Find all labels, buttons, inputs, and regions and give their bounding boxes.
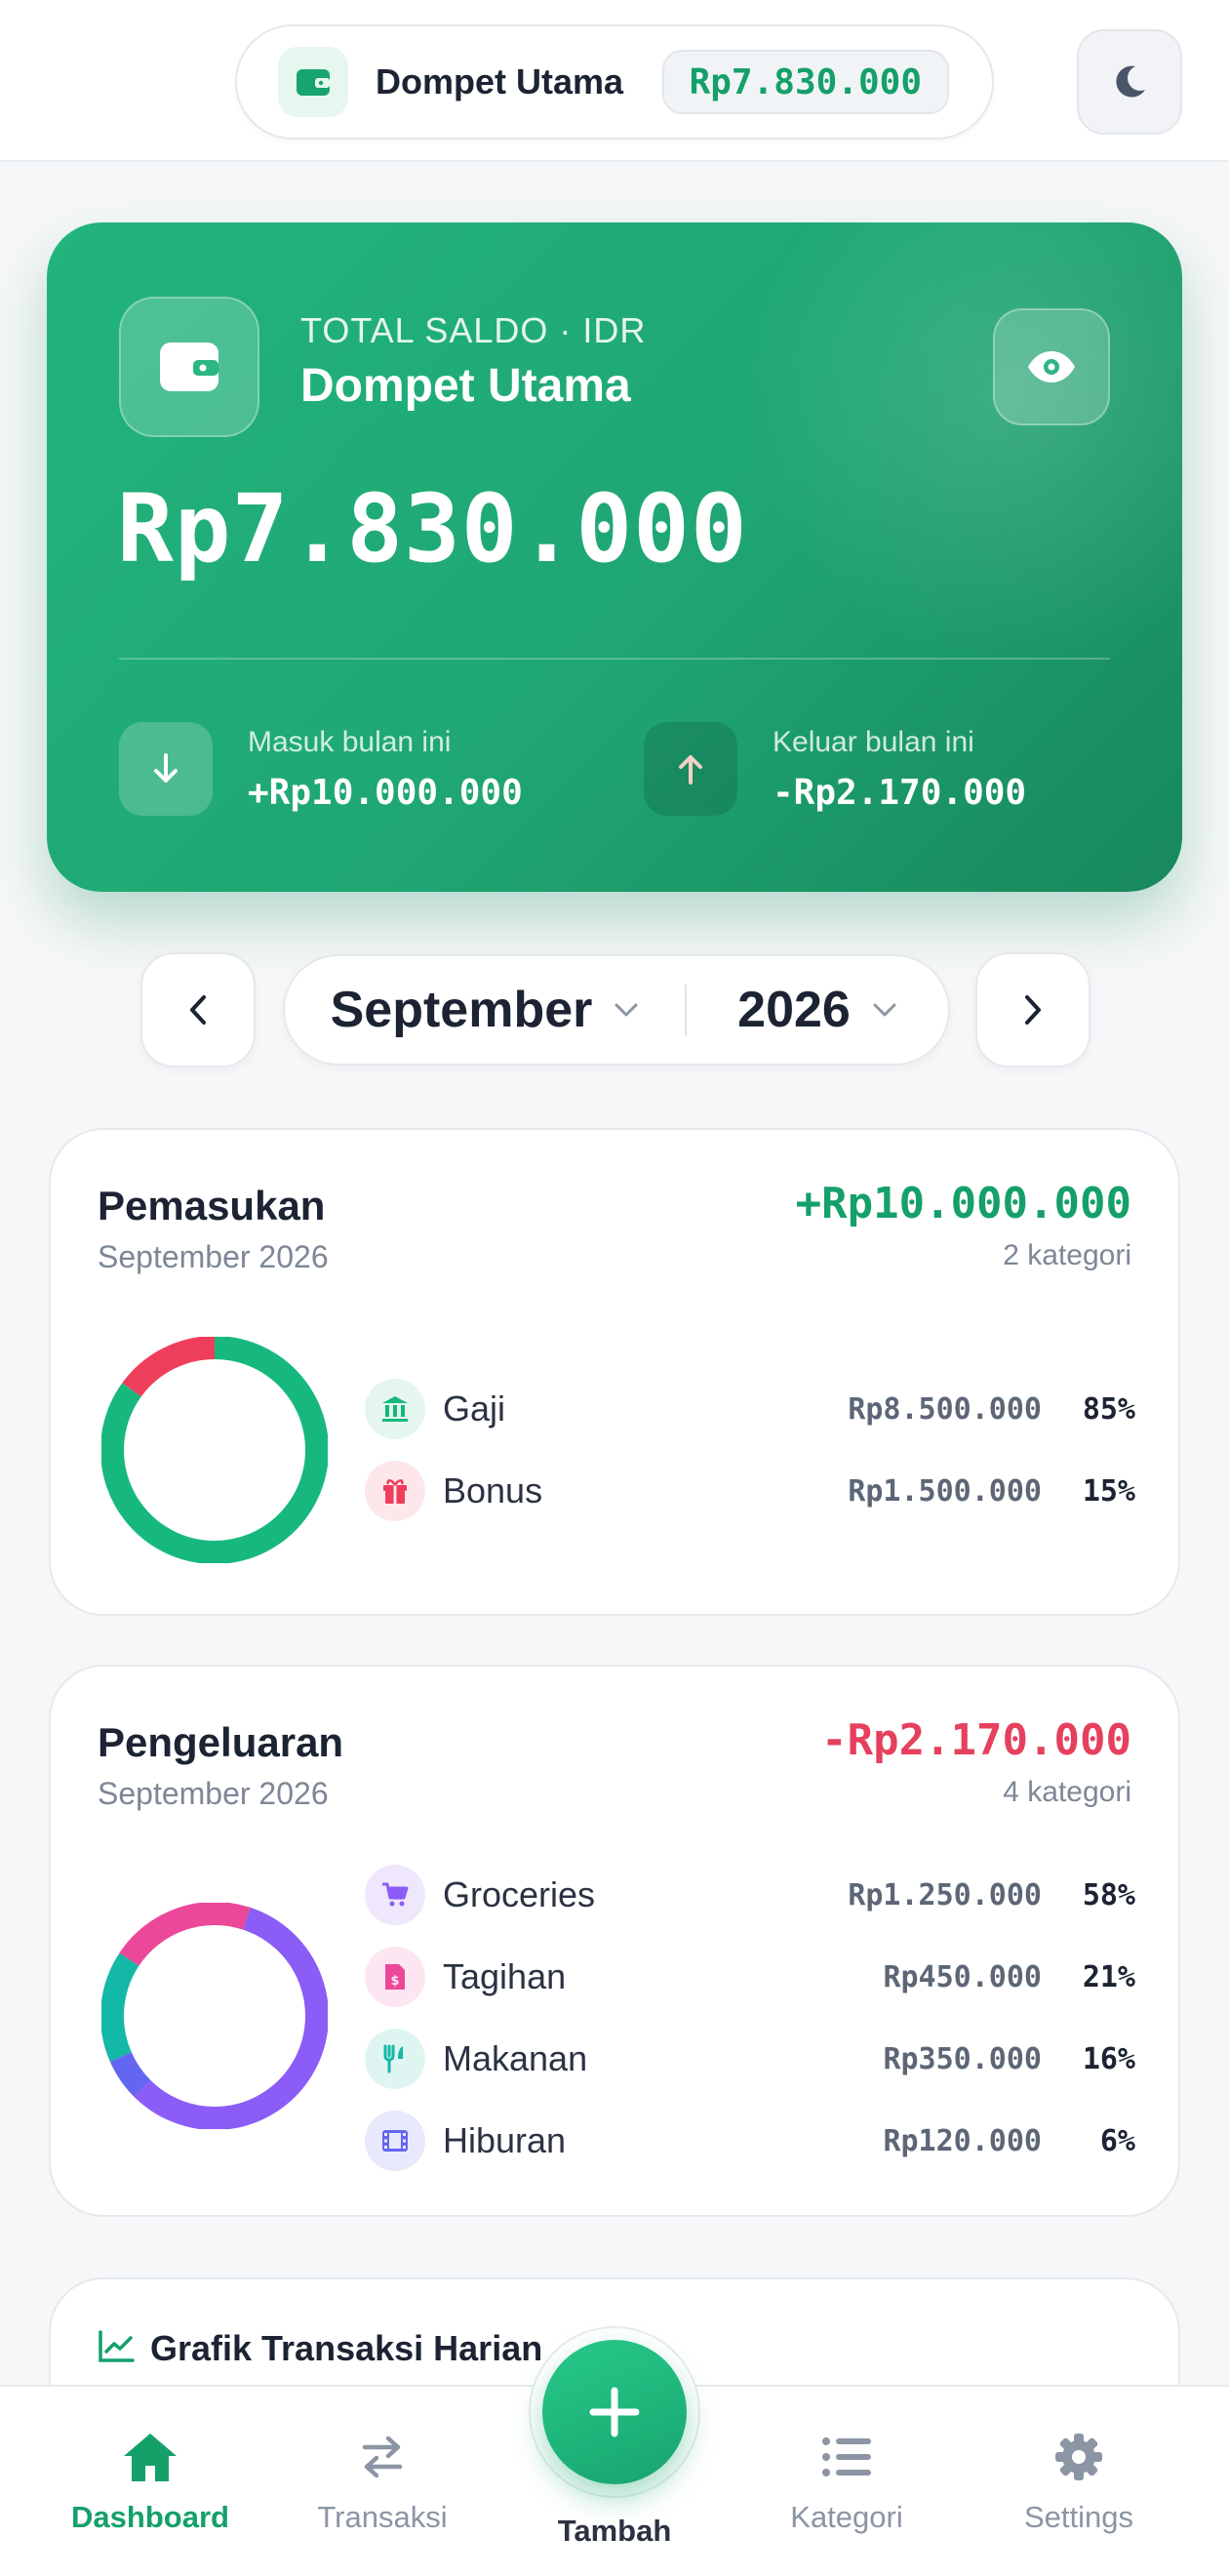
- swap-icon: [275, 2426, 490, 2488]
- card-title: Pemasukan: [98, 1183, 326, 1228]
- donut-segment-bonus: [122, 1337, 216, 1397]
- next-month-button[interactable]: [975, 952, 1090, 1067]
- expense-donut-chart: [101, 1903, 328, 2129]
- legend-name: Groceries: [443, 1874, 596, 1914]
- card-title: Pengeluaran: [98, 1719, 344, 1765]
- balance-card: TOTAL SALDO · IDR Dompet Utama Rp7.830.0…: [47, 222, 1182, 892]
- balance-label: TOTAL SALDO · IDR: [300, 310, 647, 350]
- previous-month-button[interactable]: [140, 952, 256, 1067]
- plus-icon: [589, 2387, 640, 2437]
- top-bar: Dompet Utama Rp7.830.000: [0, 0, 1229, 162]
- year-select[interactable]: 2026: [687, 981, 948, 1039]
- legend-amount: Rp350.000: [883, 2041, 1042, 2076]
- total-balance: Rp7.830.000: [117, 474, 748, 584]
- balance-wallet-name: Dompet Utama: [300, 360, 631, 412]
- legend-name: Tagihan: [443, 1956, 567, 1996]
- nav-settings[interactable]: Settings: [971, 2426, 1186, 2535]
- nav-tambah-label: Tambah: [557, 2514, 672, 2548]
- donut-segment-makanan: [101, 1952, 139, 2062]
- legend-row: Bonus Rp1.500.000 15%: [365, 1460, 1135, 1522]
- income-summary-card: Pemasukan September 2026 +Rp10.000.000 2…: [49, 1128, 1180, 1616]
- list-icon: [739, 2426, 954, 2488]
- add-transaction-button[interactable]: [542, 2340, 687, 2484]
- legend-percent: 15%: [1082, 1473, 1135, 1509]
- bank-icon: [365, 1379, 425, 1439]
- arrow-up-icon: [644, 722, 737, 816]
- home-icon: [43, 2426, 258, 2488]
- chevron-down-icon: [873, 1003, 896, 1017]
- nav-kategori[interactable]: Kategori: [739, 2426, 954, 2535]
- toggle-visibility-button[interactable]: [993, 308, 1110, 425]
- income-label: Masuk bulan ini: [248, 726, 452, 758]
- donut-segment-groceries: [134, 1907, 328, 2129]
- expense-summary-card: Pengeluaran September 2026 -Rp2.170.000 …: [49, 1665, 1180, 2217]
- wallet-balance-badge: Rp7.830.000: [661, 50, 949, 114]
- legend-row: Hiburan Rp120.000 6%: [365, 2110, 1135, 2172]
- card-subtitle: September 2026: [98, 1776, 329, 1811]
- bill-icon: $: [365, 1947, 425, 2007]
- wallet-icon: [278, 47, 348, 117]
- legend-percent: 85%: [1082, 1391, 1135, 1427]
- utensils-icon: [365, 2029, 425, 2089]
- legend-percent: 6%: [1099, 2123, 1135, 2158]
- legend-name: Makanan: [443, 2038, 588, 2078]
- gear-icon: [971, 2426, 1186, 2488]
- nav-label: Kategori: [790, 2500, 903, 2534]
- cart-icon: [365, 1865, 425, 1925]
- svg-text:$: $: [390, 1974, 399, 1989]
- legend-row: Groceries Rp1.250.000 58%: [365, 1864, 1135, 1926]
- arrow-down-icon: [119, 722, 213, 816]
- legend-name: Bonus: [443, 1470, 543, 1510]
- gift-icon: [365, 1461, 425, 1521]
- legend-row: $ Tagihan Rp450.000 21%: [365, 1946, 1135, 2008]
- legend-name: Gaji: [443, 1389, 506, 1429]
- divider: [119, 658, 1110, 660]
- legend-amount: Rp8.500.000: [848, 1391, 1042, 1427]
- donut-segment-hiburan: [109, 2051, 151, 2097]
- income-total: +Rp10.000.000: [795, 1179, 1131, 1228]
- nav-dashboard[interactable]: Dashboard: [43, 2426, 258, 2535]
- year-label: 2026: [737, 982, 851, 1038]
- legend-amount: Rp1.500.000: [848, 1473, 1042, 1509]
- nav-transaksi[interactable]: Transaksi: [275, 2426, 490, 2535]
- donut-segment-tagihan: [119, 1903, 251, 1967]
- legend-row: Makanan Rp350.000 16%: [365, 2028, 1135, 2090]
- chart-line-icon: [99, 2330, 135, 2362]
- legend-amount: Rp120.000: [883, 2123, 1042, 2158]
- film-icon: [365, 2111, 425, 2171]
- month-select[interactable]: September: [285, 981, 685, 1039]
- chevron-right-icon: [1025, 995, 1041, 1025]
- chevron-left-icon: [190, 995, 206, 1025]
- daily-chart-title: Grafik Transaksi Harian: [150, 2328, 543, 2368]
- legend-percent: 58%: [1082, 1877, 1135, 1912]
- income-donut-chart: [101, 1337, 328, 1563]
- legend-name: Hiburan: [443, 2120, 567, 2160]
- period-selector: September 2026: [283, 954, 950, 1066]
- wallet-selector[interactable]: Dompet Utama Rp7.830.000: [235, 24, 994, 140]
- nav-label: Transaksi: [317, 2500, 448, 2534]
- legend-row: Gaji Rp8.500.000 85%: [365, 1378, 1135, 1440]
- wallet-icon: [119, 297, 259, 437]
- month-label: September: [330, 982, 593, 1038]
- legend-percent: 16%: [1082, 2041, 1135, 2076]
- wallet-name: Dompet Utama: [376, 61, 624, 101]
- legend-amount: Rp1.250.000: [848, 1877, 1042, 1912]
- category-count: 2 kategori: [1003, 1239, 1131, 1271]
- nav-label: Dashboard: [71, 2500, 229, 2534]
- eye-icon: [1028, 351, 1075, 382]
- category-count: 4 kategori: [1003, 1776, 1131, 1808]
- legend-percent: 21%: [1082, 1959, 1135, 1994]
- expense-total: -Rp2.170.000: [821, 1715, 1131, 1765]
- card-subtitle: September 2026: [98, 1239, 329, 1274]
- nav-label: Settings: [1023, 2500, 1133, 2534]
- theme-toggle-button[interactable]: [1077, 29, 1182, 135]
- chevron-down-icon: [614, 1003, 638, 1017]
- expense-label: Keluar bulan ini: [773, 726, 974, 758]
- income-month-value: +Rp10.000.000: [248, 773, 523, 813]
- expense-month-value: -Rp2.170.000: [773, 773, 1027, 813]
- moon-icon: [1116, 65, 1145, 98]
- legend-amount: Rp450.000: [883, 1959, 1042, 1994]
